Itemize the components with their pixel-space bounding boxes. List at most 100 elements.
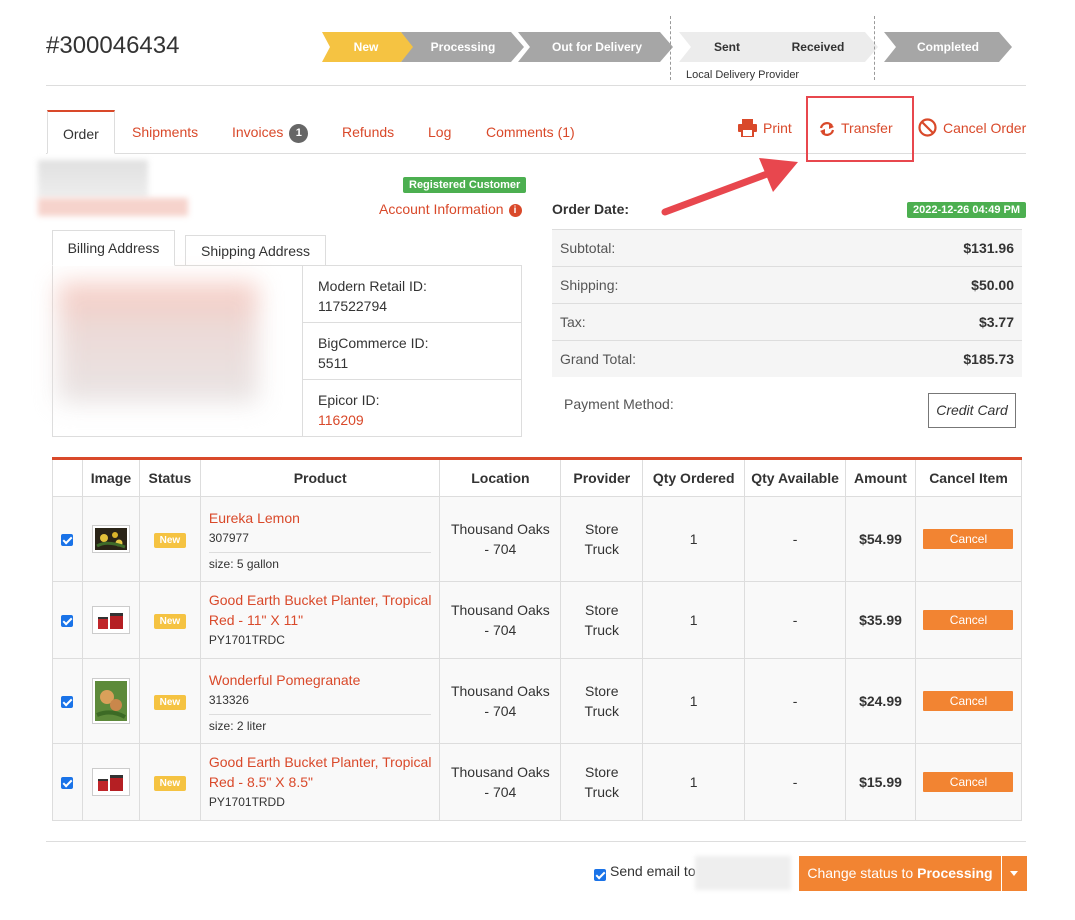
subtotal-row: Subtotal: $131.96: [552, 229, 1022, 266]
column-header-image: Image: [81, 458, 140, 497]
shipping-label: Shipping:: [560, 277, 619, 293]
product-name-link[interactable]: Wonderful Pomegranate: [209, 670, 432, 690]
row-select-cell: [52, 581, 83, 659]
epicor-id-link[interactable]: 116209: [318, 410, 522, 430]
tab-log[interactable]: Log: [413, 110, 466, 154]
item-checkbox[interactable]: [61, 777, 74, 790]
cancel-order-button[interactable]: Cancel Order: [918, 117, 1026, 139]
column-header-product: Product: [199, 458, 441, 497]
shipping-value: $50.00: [971, 277, 1014, 293]
location-cell[interactable]: Thousand Oaks - 704: [439, 743, 562, 821]
product-image-cell: [81, 581, 140, 659]
row-select-cell: [52, 743, 83, 821]
cancel-item-button[interactable]: Cancel: [923, 529, 1014, 549]
product-thumbnail-lemon[interactable]: [91, 525, 130, 553]
grand-total-row: Grand Total: $185.73: [552, 340, 1022, 377]
tab-invoices[interactable]: Invoices 1: [217, 110, 323, 154]
cancel-item-cell: Cancel: [914, 658, 1023, 744]
location-name: Thousand Oaks: [450, 683, 550, 699]
annotation-arrow-icon: [661, 158, 798, 216]
cancel-item-cell: Cancel: [914, 743, 1023, 821]
location-cell[interactable]: Thousand Oaks - 704: [439, 496, 562, 582]
product-thumbnail-planter[interactable]: [91, 606, 130, 634]
qty-ordered-cell: 1: [642, 658, 746, 744]
item-checkbox[interactable]: [61, 696, 74, 709]
location-code: - 704: [484, 703, 517, 719]
subtotal-value: $131.96: [963, 240, 1014, 256]
order-number: #300046434: [46, 32, 180, 59]
product-thumbnail-planter[interactable]: [91, 768, 130, 796]
product-name-link[interactable]: Good Earth Bucket Planter, Tropical Red …: [209, 752, 432, 792]
customer-name-redacted: [38, 160, 148, 198]
print-label: Print: [763, 120, 792, 136]
status-dropdown-caret-icon[interactable]: [1001, 856, 1027, 891]
provider-type: Truck: [584, 541, 620, 557]
item-checkbox[interactable]: [61, 534, 74, 547]
send-email-checkbox[interactable]: [594, 869, 606, 882]
pipeline-step-completed: Completed: [884, 32, 1012, 62]
status-badge: New: [153, 614, 187, 629]
product-sku: 307977: [208, 530, 249, 545]
location-name: Thousand Oaks: [450, 764, 550, 780]
order-date-label: Order Date:: [552, 201, 630, 217]
column-header-select: [52, 458, 83, 497]
info-icon: i: [508, 204, 522, 217]
location-name: Thousand Oaks: [450, 521, 550, 537]
send-email-label: Send email to: [610, 863, 696, 879]
item-checkbox[interactable]: [61, 615, 74, 628]
qty-available-cell: -: [744, 496, 847, 582]
tab-refunds[interactable]: Refunds: [327, 110, 409, 154]
status-badge: New: [153, 695, 187, 710]
provider-name: Store: [585, 764, 619, 780]
location-cell[interactable]: Thousand Oaks - 704: [439, 658, 562, 744]
bigcommerce-id: BigCommerce ID: 5511: [302, 323, 522, 380]
status-cell: New: [138, 581, 201, 659]
provider-cell[interactable]: Store Truck: [560, 743, 644, 821]
column-header-amount: Amount: [845, 458, 916, 497]
table-row: New Good Earth Bucket Planter, Tropical …: [52, 581, 1023, 659]
tab-billing-address[interactable]: Billing Address: [52, 230, 175, 266]
ban-icon: [918, 118, 937, 137]
column-header-qty-ordered: Qty Ordered: [642, 458, 746, 497]
pipeline-step-out-for-delivery: Out for Delivery: [518, 32, 673, 62]
account-information-link[interactable]: Account Information i: [379, 201, 522, 217]
tab-order[interactable]: Order: [47, 110, 115, 154]
product-size: size: 5 gallon: [208, 551, 432, 571]
provider-name: Store: [585, 602, 619, 618]
table-header-row: Image Status Product Location Provider Q…: [52, 458, 1023, 497]
grand-total-label: Grand Total:: [560, 351, 637, 367]
amount-cell: $54.99: [845, 496, 916, 582]
modern-retail-id: Modern Retail ID: 117522794: [302, 266, 522, 323]
tab-shipping-address[interactable]: Shipping Address: [185, 235, 326, 266]
bigcommerce-id-label: BigCommerce ID:: [318, 335, 429, 351]
provider-name: Store: [585, 521, 619, 537]
provider-cell[interactable]: Store Truck: [560, 581, 644, 659]
location-code: - 704: [484, 784, 517, 800]
cancel-item-button[interactable]: Cancel: [923, 772, 1014, 792]
tab-shipments[interactable]: Shipments: [117, 110, 213, 154]
cancel-item-cell: Cancel: [914, 496, 1023, 582]
cancel-item-button[interactable]: Cancel: [923, 691, 1014, 711]
modern-retail-id-label: Modern Retail ID:: [318, 278, 427, 294]
qty-available-cell: -: [744, 658, 847, 744]
customer-email-redacted: [38, 198, 188, 216]
provider-cell[interactable]: Store Truck: [560, 658, 644, 744]
provider-cell[interactable]: Store Truck: [560, 496, 644, 582]
provider-name: Store: [585, 683, 619, 699]
header-divider: [46, 85, 1026, 86]
product-thumbnail-pomegranate[interactable]: [91, 678, 130, 724]
change-status-target: Processing: [917, 865, 993, 881]
tab-comments[interactable]: Comments (1): [471, 110, 590, 154]
product-image-cell: [81, 658, 140, 744]
address-redacted: [58, 283, 258, 403]
qty-ordered-cell: 1: [642, 743, 746, 821]
change-status-button[interactable]: Change status to Processing: [799, 856, 1001, 891]
product-name-link[interactable]: Good Earth Bucket Planter, Tropical Red …: [209, 590, 432, 630]
pipeline-divider: [874, 16, 875, 80]
product-name-link[interactable]: Eureka Lemon: [209, 508, 432, 528]
product-sku: PY1701TRDC: [208, 633, 285, 647]
print-button[interactable]: Print: [738, 117, 792, 139]
cancel-item-button[interactable]: Cancel: [923, 610, 1014, 630]
location-cell[interactable]: Thousand Oaks - 704: [439, 581, 562, 659]
qty-available-cell: -: [744, 743, 847, 821]
